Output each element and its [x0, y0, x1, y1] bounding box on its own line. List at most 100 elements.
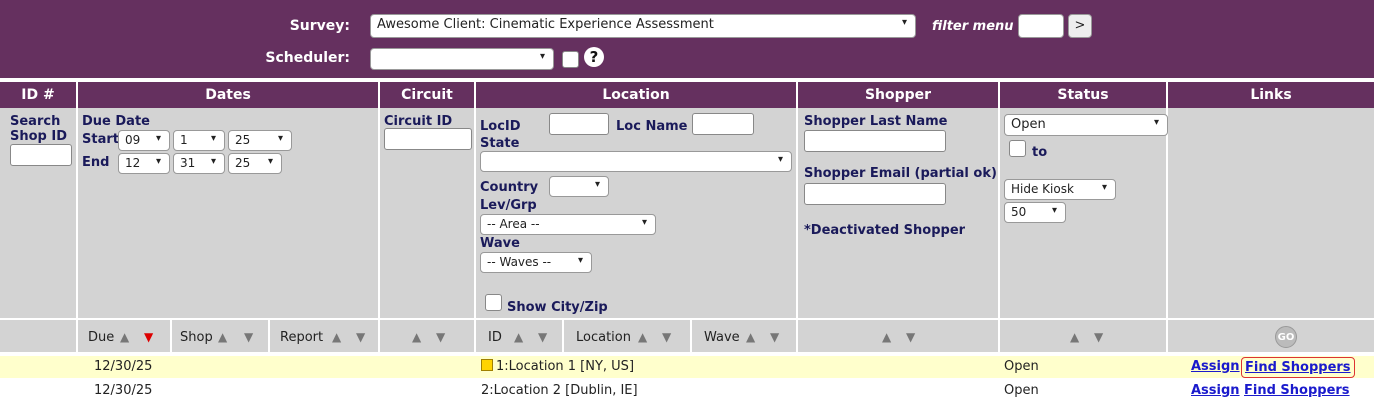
sort-due-label: Due	[88, 330, 115, 345]
sort-asc-icon[interactable]: ▲	[120, 330, 129, 344]
start-label: Start	[82, 132, 119, 147]
survey-label: Survey:	[289, 18, 350, 34]
status-select[interactable]: Open ▾	[1004, 114, 1168, 136]
sort-desc-icon[interactable]: ▼	[356, 330, 365, 344]
filter-menu-label: filter menu	[932, 19, 1014, 34]
state-label: State	[480, 136, 520, 151]
wave-label: Wave	[480, 236, 520, 251]
filter-menu-input[interactable]	[1018, 14, 1064, 38]
start-day-select[interactable]: 1 ▾	[173, 130, 225, 151]
assign-link[interactable]: Assign	[1191, 380, 1240, 402]
assign-link[interactable]: Assign	[1191, 356, 1240, 378]
status-cell: Open	[1004, 383, 1039, 398]
scheduler-checkbox[interactable]	[562, 51, 579, 68]
sort-cell-go	[1168, 320, 1374, 354]
chevron-down-icon: ▾	[901, 17, 907, 28]
sort-desc-icon-active[interactable]: ▼	[144, 330, 153, 344]
find-shoppers-link[interactable]: Find Shoppers	[1244, 380, 1350, 402]
chevron-down-icon: ▾	[1051, 205, 1057, 216]
table-row: 12/30/25 2:Location 2 [Dublin, IE] Open …	[0, 380, 1374, 402]
sort-asc-icon[interactable]: ▲	[412, 330, 421, 344]
chevron-down-icon: ▾	[539, 51, 545, 62]
location-cell[interactable]: 1:Location 1 [NY, US]	[481, 356, 634, 378]
sort-asc-icon[interactable]: ▲	[746, 330, 755, 344]
waves-select[interactable]: -- Waves -- ▾	[480, 252, 592, 273]
sort-report-label: Report	[280, 330, 324, 345]
sort-asc-icon[interactable]: ▲	[638, 330, 647, 344]
locid-input[interactable]	[549, 113, 609, 135]
chevron-down-icon: ▾	[577, 255, 583, 266]
sort-cell-status	[1000, 320, 1168, 354]
start-year-select[interactable]: 25 ▾	[228, 130, 292, 151]
search-shop-id-label: Search Shop ID	[10, 114, 68, 144]
find-shoppers-link[interactable]: Find Shoppers	[1241, 357, 1355, 378]
scheduler-label: Scheduler:	[265, 50, 350, 66]
col-header-dates: Dates	[78, 82, 380, 108]
help-icon[interactable]: ?	[584, 47, 604, 67]
sort-desc-icon[interactable]: ▼	[662, 330, 671, 344]
end-year-select[interactable]: 25 ▾	[228, 153, 282, 174]
sort-location-label: Location	[576, 330, 631, 345]
sort-id-label: ID	[488, 330, 502, 345]
due-date-cell: 12/30/25	[94, 383, 153, 398]
state-select[interactable]: ▾	[480, 151, 792, 172]
lev-grp-label: Lev/Grp	[480, 198, 537, 213]
top-filter-bar: Survey: Awesome Client: Cinematic Experi…	[0, 0, 1374, 80]
sort-desc-icon[interactable]: ▼	[436, 330, 445, 344]
col-header-id: ID #	[0, 82, 78, 108]
due-date-label: Due Date	[82, 114, 150, 129]
col-header-shopper: Shopper	[798, 82, 1000, 108]
status-to-label: to	[1032, 145, 1048, 160]
col-header-circuit: Circuit	[380, 82, 476, 108]
end-label: End	[82, 155, 110, 170]
status-cell: Open	[1004, 359, 1039, 374]
shopper-email-input[interactable]	[804, 183, 946, 205]
go-button[interactable]: GO	[1275, 326, 1297, 348]
sort-desc-icon[interactable]: ▼	[244, 330, 253, 344]
page-size-select[interactable]: 50 ▾	[1004, 202, 1066, 223]
search-shop-id-input[interactable]	[10, 144, 72, 166]
sort-cell-id	[0, 320, 78, 354]
note-icon[interactable]	[481, 359, 493, 371]
location-cell[interactable]: 2:Location 2 [Dublin, IE]	[481, 380, 638, 402]
col-header-links: Links	[1168, 82, 1374, 108]
chevron-down-icon: ▾	[277, 133, 283, 144]
sort-asc-icon[interactable]: ▲	[218, 330, 227, 344]
status-to-checkbox[interactable]	[1009, 140, 1026, 157]
kiosk-select[interactable]: Hide Kiosk ▾	[1004, 179, 1116, 200]
sort-asc-icon[interactable]: ▲	[332, 330, 341, 344]
start-month-select[interactable]: 09 ▾	[118, 130, 170, 151]
chevron-down-icon: ▾	[210, 156, 216, 167]
loc-name-label: Loc Name	[616, 119, 688, 134]
filter-cell-links	[1168, 108, 1374, 320]
sort-asc-icon[interactable]: ▲	[882, 330, 891, 344]
country-select[interactable]: ▾	[549, 176, 609, 197]
end-month-select[interactable]: 12 ▾	[118, 153, 170, 174]
sort-cell-circuit	[380, 320, 476, 354]
due-date-cell: 12/30/25	[94, 359, 153, 374]
loc-name-input[interactable]	[692, 113, 754, 135]
circuit-id-input[interactable]	[384, 128, 472, 150]
area-select[interactable]: -- Area -- ▾	[480, 214, 656, 235]
sort-shop-label: Shop	[180, 330, 213, 345]
locid-label: LocID	[480, 119, 521, 134]
col-header-status: Status	[1000, 82, 1168, 108]
survey-select[interactable]: Awesome Client: Cinematic Experience Ass…	[370, 14, 916, 38]
scheduler-select[interactable]: ▾	[370, 48, 554, 70]
shopper-last-name-label: Shopper Last Name	[804, 114, 948, 129]
show-city-zip-label: Show City/Zip	[507, 300, 608, 315]
sort-desc-icon[interactable]: ▼	[906, 330, 915, 344]
end-day-select[interactable]: 31 ▾	[173, 153, 225, 174]
sort-asc-icon[interactable]: ▲	[1070, 330, 1079, 344]
sort-desc-icon[interactable]: ▼	[1094, 330, 1103, 344]
sort-desc-icon[interactable]: ▼	[770, 330, 779, 344]
shopper-last-name-input[interactable]	[804, 130, 946, 152]
sort-asc-icon[interactable]: ▲	[514, 330, 523, 344]
sort-desc-icon[interactable]: ▼	[538, 330, 547, 344]
sort-cell-shopper	[798, 320, 1000, 354]
sort-wave-label: Wave	[704, 330, 740, 345]
show-city-zip-checkbox[interactable]	[485, 294, 502, 311]
chevron-down-icon: ▾	[210, 133, 216, 144]
chevron-down-icon: ▾	[155, 133, 161, 144]
filter-menu-go-button[interactable]: >	[1068, 14, 1092, 38]
